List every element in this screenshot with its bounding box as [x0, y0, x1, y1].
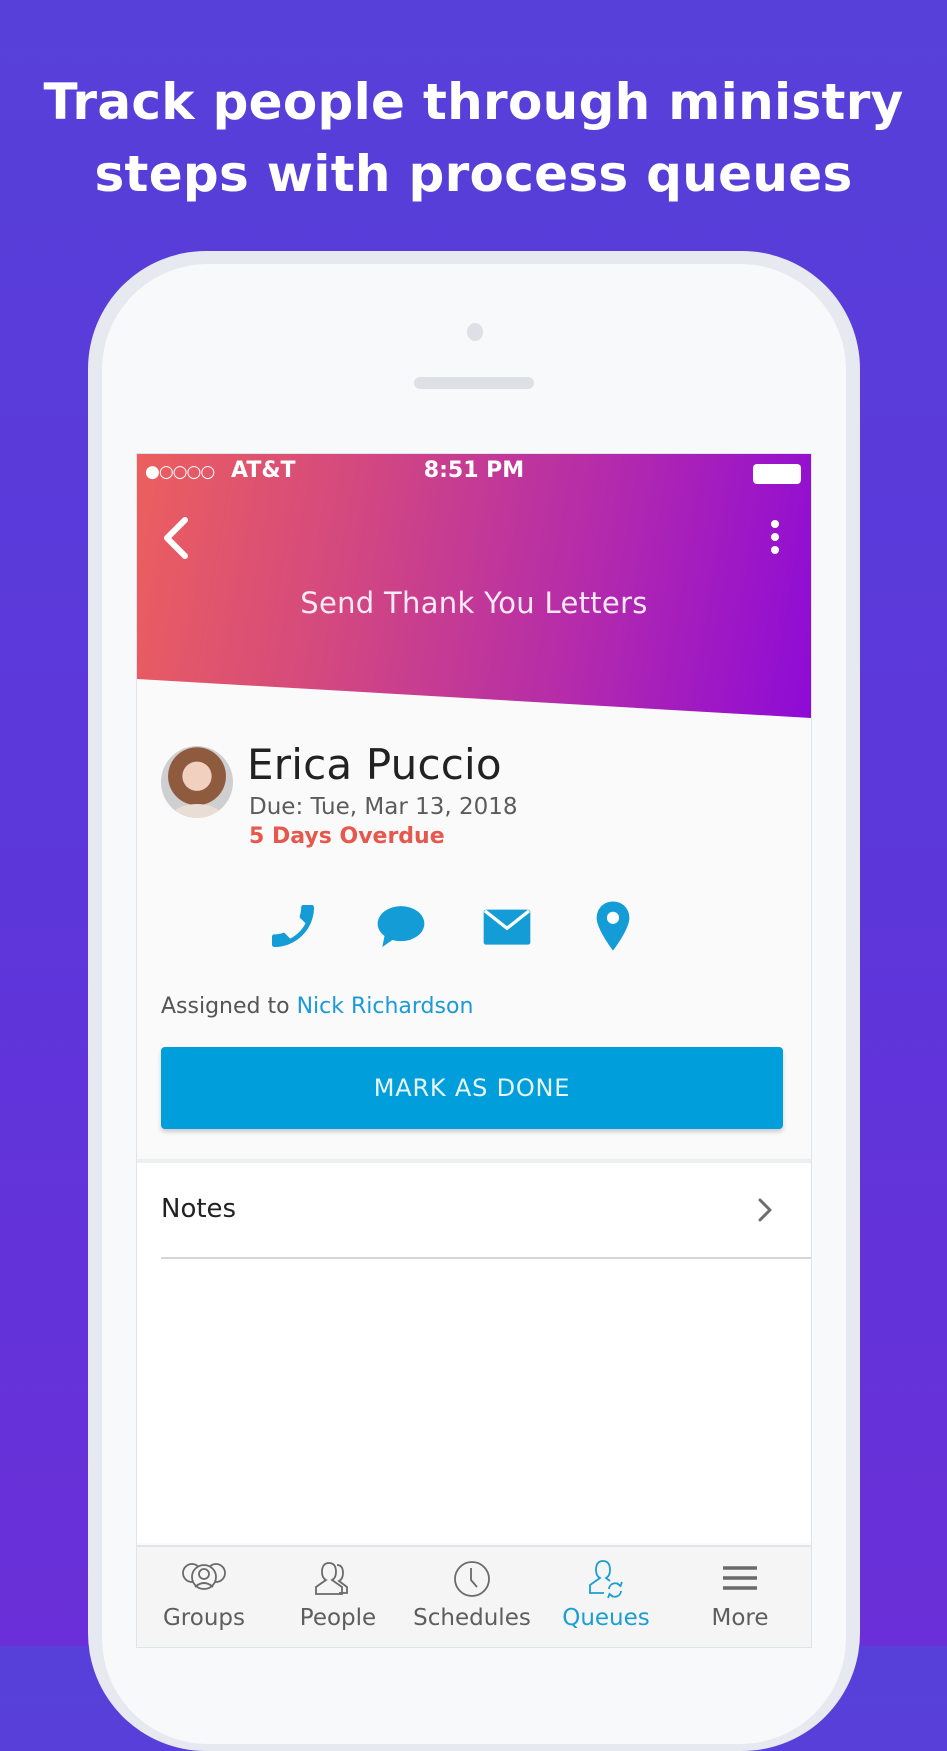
- tab-label: Queues: [562, 1605, 650, 1631]
- tab-label: People: [299, 1605, 377, 1631]
- tab-people[interactable]: People: [271, 1547, 405, 1647]
- call-button[interactable]: [265, 898, 321, 954]
- back-button[interactable]: [157, 516, 197, 560]
- due-date: Due: Tue, Mar 13, 2018: [249, 794, 518, 820]
- tab-groups[interactable]: Groups: [137, 1547, 271, 1647]
- headline-line-1: Track people through ministry: [43, 73, 904, 131]
- tab-queues[interactable]: Queues: [539, 1547, 673, 1647]
- chat-bubble-icon: [377, 906, 425, 947]
- notes-label: Notes: [161, 1194, 237, 1224]
- assigned-prefix: Assigned to: [161, 994, 290, 1019]
- more-options-button[interactable]: [765, 520, 785, 556]
- hamburger-menu-icon: [723, 1566, 757, 1590]
- phone-icon: [272, 905, 314, 947]
- more-vertical-icon: [765, 520, 785, 554]
- tab-label: Groups: [162, 1605, 245, 1631]
- phone-camera: [467, 323, 483, 341]
- battery-icon: [753, 464, 801, 484]
- envelope-icon: [483, 909, 531, 945]
- status-time: 8:51 PM: [423, 458, 525, 483]
- clock-icon: [454, 1561, 490, 1597]
- chevron-right-icon: [758, 1198, 772, 1222]
- email-button[interactable]: [479, 898, 535, 954]
- queue-person-refresh-icon: [589, 1560, 623, 1599]
- phone-speaker: [414, 377, 534, 389]
- headline-line-2: steps with process queues: [94, 145, 853, 203]
- overdue-badge: 5 Days Overdue: [249, 824, 445, 849]
- tab-label: More: [711, 1605, 769, 1631]
- assignee-link[interactable]: Nick Richardson: [297, 994, 474, 1019]
- tab-schedules[interactable]: Schedules: [405, 1547, 539, 1647]
- marketing-headline: Track people through ministry steps with…: [0, 66, 947, 210]
- tab-more[interactable]: More: [673, 1547, 807, 1647]
- tab-label: Schedules: [413, 1605, 531, 1631]
- person-name: Erica Puccio: [247, 740, 502, 789]
- groups-icon: [182, 1563, 226, 1590]
- assignment-info: Assigned to Nick Richardson: [161, 994, 473, 1019]
- app-screen: ●○○○○ AT&T 8:51 PM Send Thank You Letter…: [136, 453, 812, 1648]
- tab-bar: Groups People Schedules Queues More: [137, 1545, 811, 1647]
- contact-actions: [137, 898, 811, 958]
- status-bar: ●○○○○ AT&T 8:51 PM: [137, 454, 811, 490]
- avatar[interactable]: [161, 746, 233, 818]
- mark-as-done-button[interactable]: MARK AS DONE: [161, 1047, 783, 1129]
- page-title: Send Thank You Letters: [300, 586, 648, 620]
- map-pin-icon: [596, 901, 630, 951]
- chevron-left-icon: [164, 517, 188, 559]
- map-button[interactable]: [585, 898, 641, 954]
- people-icon: [315, 1562, 348, 1595]
- notes-section: Notes: [137, 1163, 811, 1543]
- notes-row[interactable]: Notes: [161, 1163, 811, 1259]
- message-button[interactable]: [373, 898, 429, 954]
